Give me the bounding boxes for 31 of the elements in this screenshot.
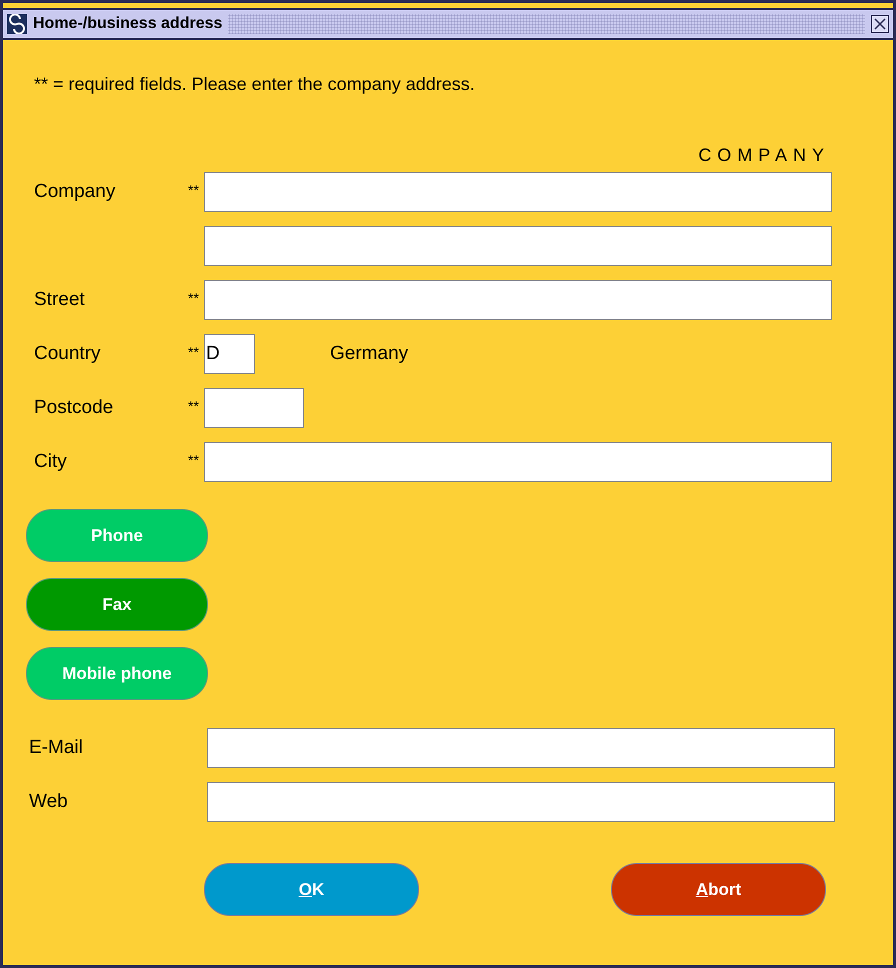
input-field[interactable] (204, 280, 832, 320)
required-mark: ** (188, 452, 200, 468)
abort-button[interactable]: Abort (611, 863, 826, 916)
input-field[interactable]: D (204, 334, 255, 374)
close-icon[interactable] (871, 15, 889, 33)
section-heading: COMPANY (698, 145, 830, 166)
input-field[interactable] (204, 226, 832, 266)
input-field[interactable] (204, 442, 832, 482)
field-label: Country (33, 343, 102, 365)
phone-type-button[interactable]: Mobile phone (26, 647, 208, 700)
input-field[interactable] (207, 782, 835, 822)
field-label: City (33, 451, 68, 473)
field-label: Web (28, 791, 69, 813)
required-mark: ** (188, 182, 200, 198)
input-field[interactable] (207, 728, 835, 768)
ok-button[interactable]: OK (204, 863, 419, 916)
required-mark: ** (188, 290, 200, 306)
app-logo-icon (7, 14, 27, 34)
field-label: E-Mail (28, 737, 84, 759)
instruction-text: ** = required fields. Please enter the company address. (34, 74, 476, 95)
window-title: Home-/business address (33, 15, 222, 33)
input-field[interactable] (204, 388, 304, 428)
country-name: Germany (330, 343, 408, 365)
field-label: Street (33, 289, 86, 311)
field-label: Postcode (33, 397, 114, 419)
required-mark: ** (188, 344, 200, 360)
phone-type-button[interactable]: Phone (26, 509, 208, 562)
input-field[interactable] (204, 172, 832, 212)
required-mark: ** (188, 398, 200, 414)
field-label: Company (33, 181, 116, 203)
phone-type-button[interactable]: Fax (26, 578, 208, 631)
